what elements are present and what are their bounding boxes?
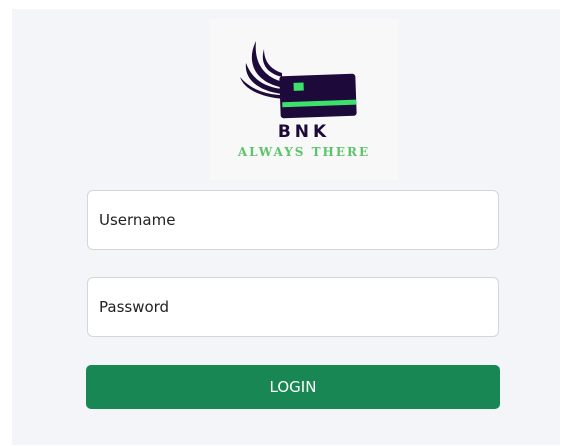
brand-name: BNK — [277, 122, 331, 142]
username-field[interactable] — [87, 190, 499, 250]
login-button[interactable]: LOGIN — [86, 365, 500, 409]
login-panel: BNK ALWAYS THERE LOGIN — [12, 9, 560, 445]
password-field[interactable] — [87, 277, 499, 337]
credit-card-wings-icon — [240, 41, 357, 119]
bank-logo: BNK ALWAYS THERE — [210, 19, 398, 180]
brand-tagline: ALWAYS THERE — [237, 145, 371, 159]
